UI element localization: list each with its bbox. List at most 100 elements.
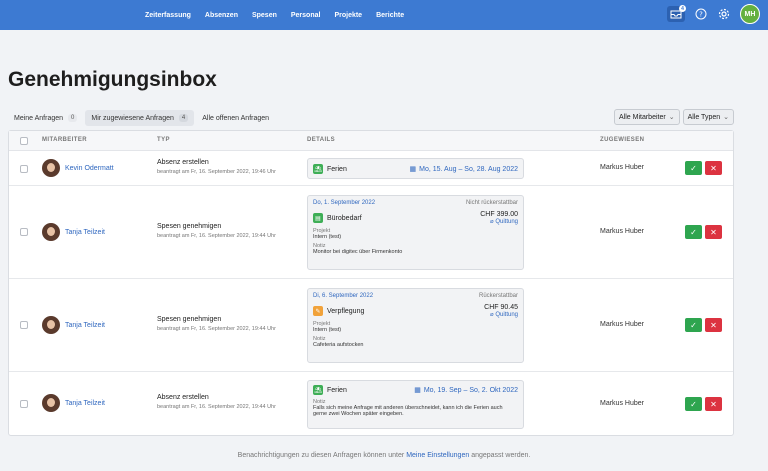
reject-button[interactable]: ✕	[705, 318, 722, 332]
type-filter-label: Alle Typen	[687, 113, 721, 121]
row-checkbox[interactable]	[20, 165, 28, 173]
request-type: Absenz erstellen	[157, 159, 209, 166]
type-filter-dropdown[interactable]: Alle Typen ⌄	[682, 109, 734, 125]
request-type: Absenz erstellen	[157, 394, 209, 401]
svg-text:?: ?	[699, 11, 703, 19]
row-checkbox[interactable]	[20, 321, 28, 329]
receipt-label: Quittung	[495, 219, 518, 225]
approve-button[interactable]: ✓	[685, 318, 702, 332]
employee-link[interactable]: Tanja Teilzeit	[65, 229, 105, 236]
nav-zeiterfassung[interactable]: Zeiterfassung	[145, 12, 191, 19]
paperclip-icon: ⌀	[490, 219, 494, 225]
nav-spesen[interactable]: Spesen	[252, 12, 277, 19]
row-checkbox[interactable]	[20, 400, 28, 408]
detail-card: ⛱ Ferien ▦ Mo, 19. Sep – So, 2. Okt 2022 N…	[307, 380, 524, 429]
filters: Alle Mitarbeiter ⌄ Alle Typen ⌄	[614, 109, 734, 125]
close-icon: ✕	[710, 399, 717, 409]
employee-filter-dropdown[interactable]: Alle Mitarbeiter ⌄	[614, 109, 680, 125]
inbox-icon[interactable]: 4	[667, 5, 686, 22]
notification-footer: Benachrichtigungen zu diesen Anfragen kö…	[0, 452, 768, 459]
help-icon[interactable]: ?	[694, 7, 708, 21]
row-checkbox[interactable]	[20, 228, 28, 236]
row-actions: ✓ ✕	[685, 161, 722, 175]
employee-link[interactable]: Tanja Teilzeit	[65, 322, 105, 329]
main-nav: Zeiterfassung Absenzen Spesen Personal P…	[145, 0, 404, 30]
gear-icon[interactable]	[717, 7, 731, 21]
settings-link[interactable]: Meine Einstellungen	[406, 452, 469, 459]
employee-cell: Tanja Teilzeit	[42, 316, 105, 334]
assigned-user: Markus Huber	[600, 321, 644, 328]
footer-text-after: angepasst werden.	[471, 452, 531, 459]
office-supplies-icon: ▤	[313, 213, 323, 223]
employee-filter-label: Alle Mitarbeiter	[619, 113, 666, 121]
type-cell: Absenz erstellen beantragt am Fr, 16. Se…	[157, 394, 276, 410]
reject-button[interactable]: ✕	[705, 225, 722, 239]
expense-date: Do, 1. September 2022	[313, 200, 376, 206]
calendar-icon: ▦	[409, 166, 417, 173]
page-title: Genehmigungsinbox	[8, 68, 217, 91]
detail-title: Ferien	[327, 386, 347, 394]
paperclip-icon: ⌀	[490, 312, 494, 318]
top-icons: 4 ? MH	[667, 4, 760, 24]
detail-card: Di, 6. September 2022 Rückerstattbar ✎ Ve…	[307, 288, 524, 363]
table-row: Tanja Teilzeit Spesen genehmigen beantra…	[9, 279, 733, 372]
tab-label: Alle offenen Anfragen	[202, 114, 270, 122]
user-avatar[interactable]: MH	[740, 4, 760, 24]
select-all-checkbox[interactable]	[20, 137, 28, 145]
nav-absenzen[interactable]: Absenzen	[205, 12, 238, 19]
check-icon: ✓	[690, 227, 697, 237]
detail-card: Do, 1. September 2022 Nicht rückerstattb…	[307, 195, 524, 270]
detail-date-range: Mo, 19. Sep – So, 2. Okt 2022	[423, 386, 518, 394]
tab-all-open[interactable]: Alle offenen Anfragen	[196, 111, 275, 126]
expense-amount: CHF 90.45	[484, 304, 518, 311]
row-actions: ✓ ✕	[685, 397, 722, 411]
employee-cell: Kevin Odermatt	[42, 159, 114, 177]
request-timestamp: beantragt am Fr, 16. September 2022, 19:…	[157, 169, 276, 175]
request-timestamp: beantragt am Fr, 16. September 2022, 19:…	[157, 404, 276, 410]
detail-title: Bürobedarf	[327, 214, 362, 222]
receipt-link[interactable]: ⌀ Quittung	[480, 218, 518, 225]
receipt-label: Quittung	[495, 312, 518, 318]
project-value: Intern (test)	[313, 327, 342, 333]
type-cell: Spesen genehmigen beantragt am Fr, 16. S…	[157, 223, 276, 239]
project-value: Intern (test)	[313, 234, 342, 240]
column-header-details: DETAILS	[307, 137, 336, 143]
vacation-icon: ⛱	[313, 164, 323, 174]
nav-berichte[interactable]: Berichte	[376, 12, 404, 19]
meal-icon: ✎	[313, 306, 323, 316]
approve-button[interactable]: ✓	[685, 161, 702, 175]
avatar	[42, 394, 60, 412]
employee-link[interactable]: Kevin Odermatt	[65, 165, 114, 172]
approve-button[interactable]: ✓	[685, 225, 702, 239]
check-icon: ✓	[690, 163, 697, 173]
reject-button[interactable]: ✕	[705, 161, 722, 175]
reject-button[interactable]: ✕	[705, 397, 722, 411]
row-actions: ✓ ✕	[685, 318, 722, 332]
request-type: Spesen genehmigen	[157, 316, 222, 323]
detail-date-range: Mo, 15. Aug – So, 28. Aug 2022	[419, 165, 518, 173]
nav-projekte[interactable]: Projekte	[334, 12, 362, 19]
tab-label: Meine Anfragen	[14, 114, 64, 122]
close-icon: ✕	[710, 320, 717, 330]
request-type: Spesen genehmigen	[157, 223, 222, 230]
close-icon: ✕	[710, 227, 717, 237]
footer-text-before: Benachrichtigungen zu diesen Anfragen kö…	[237, 452, 405, 459]
nav-personal[interactable]: Personal	[291, 12, 321, 19]
avatar	[42, 316, 60, 334]
close-icon: ✕	[710, 163, 717, 173]
column-header-type: TYP	[157, 137, 170, 143]
detail-card: ⛱ Ferien ▦ Mo, 15. Aug – So, 28. Aug 2022	[307, 158, 524, 179]
receipt-link[interactable]: ⌀ Quittung	[484, 311, 518, 318]
tab-label: Mir zugewiesene Anfragen	[91, 114, 174, 122]
approve-button[interactable]: ✓	[685, 397, 702, 411]
avatar	[42, 159, 60, 177]
check-icon: ✓	[690, 399, 697, 409]
tab-assigned-to-me[interactable]: Mir zugewiesene Anfragen 4	[85, 110, 195, 126]
table-row: Tanja Teilzeit Spesen genehmigen beantra…	[9, 186, 733, 279]
tab-my-requests[interactable]: Meine Anfragen 0	[8, 110, 83, 126]
table-row: Tanja Teilzeit Absenz erstellen beantrag…	[9, 372, 733, 436]
request-timestamp: beantragt am Fr, 16. September 2022, 19:…	[157, 326, 276, 332]
request-tabs: Meine Anfragen 0 Mir zugewiesene Anfrage…	[8, 110, 275, 126]
row-actions: ✓ ✕	[685, 225, 722, 239]
employee-link[interactable]: Tanja Teilzeit	[65, 400, 105, 407]
